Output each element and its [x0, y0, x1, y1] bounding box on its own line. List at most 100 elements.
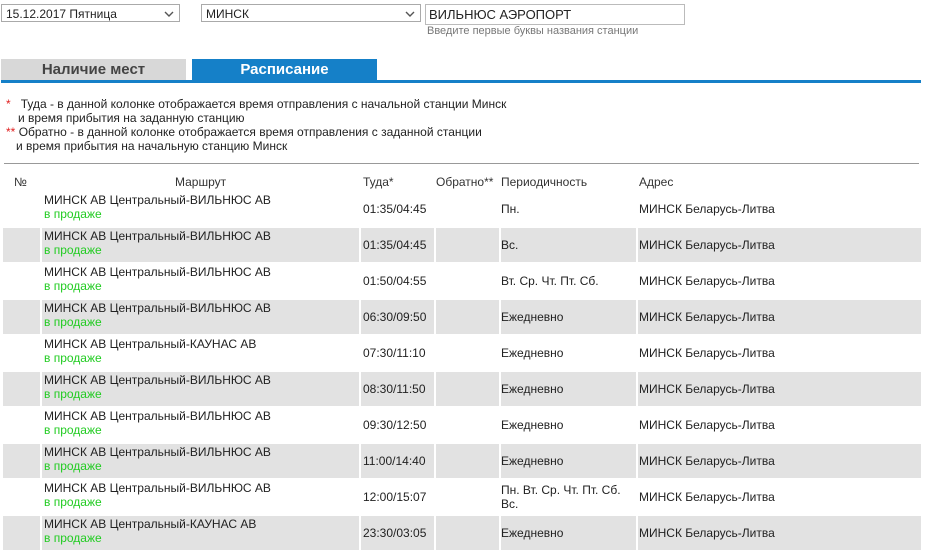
there-time-cell: 01:50/04:55	[363, 274, 427, 288]
back-time-cell	[436, 264, 499, 298]
header-route: Маршрут	[175, 175, 227, 189]
sale-status-link[interactable]: в продаже	[44, 496, 359, 509]
note-there-cont: и время прибытия на заданную станцию	[18, 111, 245, 125]
address-cell: МИНСК Беларусь-Литва	[639, 274, 775, 288]
row-number-cell	[3, 264, 40, 298]
row-number-cell	[3, 480, 40, 514]
route-cell: МИНСК АВ Центральный-ВИЛЬНЮС АВ в продаж…	[42, 480, 359, 514]
route-name: МИНСК АВ Центральный-ВИЛЬНЮС АВ	[44, 481, 271, 495]
there-time-cell: 23:30/03:05	[361, 516, 434, 550]
there-time-cell: 01:35/04:45	[363, 202, 427, 216]
route-name: МИНСК АВ Центральный-ВИЛЬНЮС АВ	[44, 193, 271, 207]
chevron-down-icon	[405, 11, 415, 17]
header-back: Обратно**	[436, 175, 494, 189]
there-time-cell: 07:30/11:10	[363, 346, 426, 360]
there-time-cell: 12:00/15:07	[363, 490, 427, 504]
periodicity-text: Ежедневно	[501, 526, 564, 540]
route-name: МИНСК АВ Центральный-ВИЛЬНЮС АВ	[44, 265, 271, 279]
address-cell: МИНСК Беларусь-Литва	[639, 418, 775, 432]
route-cell: МИНСК АВ Центральный-ВИЛЬНЮС АВ в продаж…	[42, 408, 359, 442]
periodicity-text: Пн. Вт. Ср. Чт. Пт. Сб. Вс.	[501, 483, 621, 511]
date-select-value: 15.12.2017 Пятница	[6, 7, 117, 21]
periodicity-text: Ежедневно	[501, 418, 564, 432]
row-number-cell	[3, 516, 40, 550]
header-address: Адрес	[639, 175, 674, 189]
sale-status-link[interactable]: в продаже	[44, 208, 359, 221]
sale-status-link[interactable]: в продаже	[44, 388, 359, 401]
address-cell: МИНСК Беларусь-Литва	[638, 444, 921, 478]
periodicity-text: Пн.	[501, 202, 520, 216]
periodicity-cell: Пн. Вт. Ср. Чт. Пт. Сб. Вс.	[501, 480, 636, 514]
header-periodicity: Периодичность	[501, 175, 588, 189]
route-cell: МИНСК АВ Центральный-ВИЛЬНЮС АВ в продаж…	[42, 192, 359, 226]
row-number-cell	[3, 300, 40, 334]
periodicity-text: Ежедневно	[501, 310, 564, 324]
there-time-cell: 11:00/14:40	[361, 444, 434, 478]
table-row: МИНСК АВ Центральный-ВИЛЬНЮС АВ в продаж…	[3, 443, 921, 479]
to-station-input[interactable]	[425, 4, 685, 25]
address-cell: МИНСК Беларусь-Литва	[639, 202, 775, 216]
periodicity-cell: Ежедневно	[501, 408, 636, 442]
row-number-cell	[3, 192, 40, 226]
sale-status-link[interactable]: в продаже	[44, 280, 359, 293]
route-name: МИНСК АВ Центральный-ВИЛЬНЮС АВ	[44, 229, 271, 243]
address-cell: МИНСК Беларусь-Литва	[638, 300, 921, 334]
table-row: МИНСК АВ Центральный-ВИЛЬНЮС АВ в продаж…	[3, 227, 921, 263]
table-row: МИНСК АВ Центральный-КАУНАС АВ в продаже…	[3, 335, 921, 371]
route-name: МИНСК АВ Центральный-КАУНАС АВ	[44, 337, 257, 351]
route-name: МИНСК АВ Центральный-КАУНАС АВ	[44, 517, 257, 531]
note-back-cont: и время прибытия на начальную станцию Ми…	[16, 139, 288, 153]
address-cell: МИНСК Беларусь-Литва	[638, 516, 921, 550]
back-time-cell	[436, 444, 499, 478]
note-back: ** Обратно - в данной колонке отображает…	[6, 125, 506, 139]
to-station-hint: Введите первые буквы названия станции	[427, 25, 639, 37]
table-row: МИНСК АВ Центральный-ВИЛЬНЮС АВ в продаж…	[3, 299, 921, 335]
divider	[4, 163, 919, 164]
periodicity-cell: Ежедневно	[501, 372, 636, 406]
sale-status-link[interactable]: в продаже	[44, 244, 359, 257]
sale-status-link[interactable]: в продаже	[44, 532, 359, 545]
route-name: МИНСК АВ Центральный-ВИЛЬНЮС АВ	[44, 373, 271, 387]
route-name: МИНСК АВ Центральный-ВИЛЬНЮС АВ	[44, 445, 271, 459]
tab-availability[interactable]: Наличие мест	[1, 59, 186, 80]
tab-schedule[interactable]: Расписание	[192, 59, 377, 80]
table-row: МИНСК АВ Центральный-ВИЛЬНЮС АВ в продаж…	[3, 479, 921, 515]
route-name: МИНСК АВ Центральный-ВИЛЬНЮС АВ	[44, 301, 271, 315]
back-time-cell	[436, 516, 499, 550]
periodicity-cell: Ежедневно	[501, 300, 636, 334]
sale-status-link[interactable]: в продаже	[44, 460, 359, 473]
back-time-cell	[436, 480, 499, 514]
date-select[interactable]: 15.12.2017 Пятница	[1, 4, 180, 22]
route-cell: МИНСК АВ Центральный-ВИЛЬНЮС АВ в продаж…	[42, 300, 359, 334]
periodicity-text: Вс.	[501, 238, 519, 252]
row-number-cell	[3, 408, 40, 442]
address-cell: МИНСК Беларусь-Литва	[638, 228, 921, 262]
schedule-notes: * Туда - в данной колонке отображается в…	[6, 97, 506, 153]
sale-status-link[interactable]: в продаже	[44, 424, 359, 437]
route-cell: МИНСК АВ Центральный-ВИЛЬНЮС АВ в продаж…	[42, 228, 359, 262]
back-time-cell	[436, 336, 499, 370]
note-there-text: Туда - в данной колонке отображается вре…	[20, 97, 507, 111]
there-time-cell: 06:30/09:50	[361, 300, 434, 334]
periodicity-text: Вт. Ср. Чт. Пт. Сб.	[501, 274, 599, 288]
periodicity-cell: Вт. Ср. Чт. Пт. Сб.	[501, 264, 636, 298]
chevron-down-icon	[164, 11, 174, 17]
periodicity-cell: Ежедневно	[501, 516, 636, 550]
address-cell: МИНСК Беларусь-Литва	[639, 346, 775, 360]
table-row: МИНСК АВ Центральный-КАУНАС АВ в продаже…	[3, 515, 921, 551]
periodicity-cell: Вс.	[501, 228, 636, 262]
table-row: МИНСК АВ Центральный-ВИЛЬНЮС АВ в продаж…	[3, 407, 921, 443]
periodicity-text: Ежедневно	[501, 382, 564, 396]
back-time-cell	[436, 372, 499, 406]
periodicity-text: Ежедневно	[501, 454, 564, 468]
address-cell: МИНСК Беларусь-Литва	[639, 490, 775, 504]
there-time-cell: 01:35/04:45	[361, 228, 434, 262]
sale-status-link[interactable]: в продаже	[44, 316, 359, 329]
sale-status-link[interactable]: в продаже	[44, 352, 359, 365]
periodicity-cell: Ежедневно	[501, 336, 636, 370]
there-time-cell: 09:30/12:50	[363, 418, 427, 432]
route-cell: МИНСК АВ Центральный-ВИЛЬНЮС АВ в продаж…	[42, 264, 359, 298]
back-time-cell	[436, 228, 499, 262]
route-cell: МИНСК АВ Центральный-КАУНАС АВ в продаже	[42, 516, 359, 550]
from-station-select[interactable]: МИНСК	[201, 4, 421, 22]
